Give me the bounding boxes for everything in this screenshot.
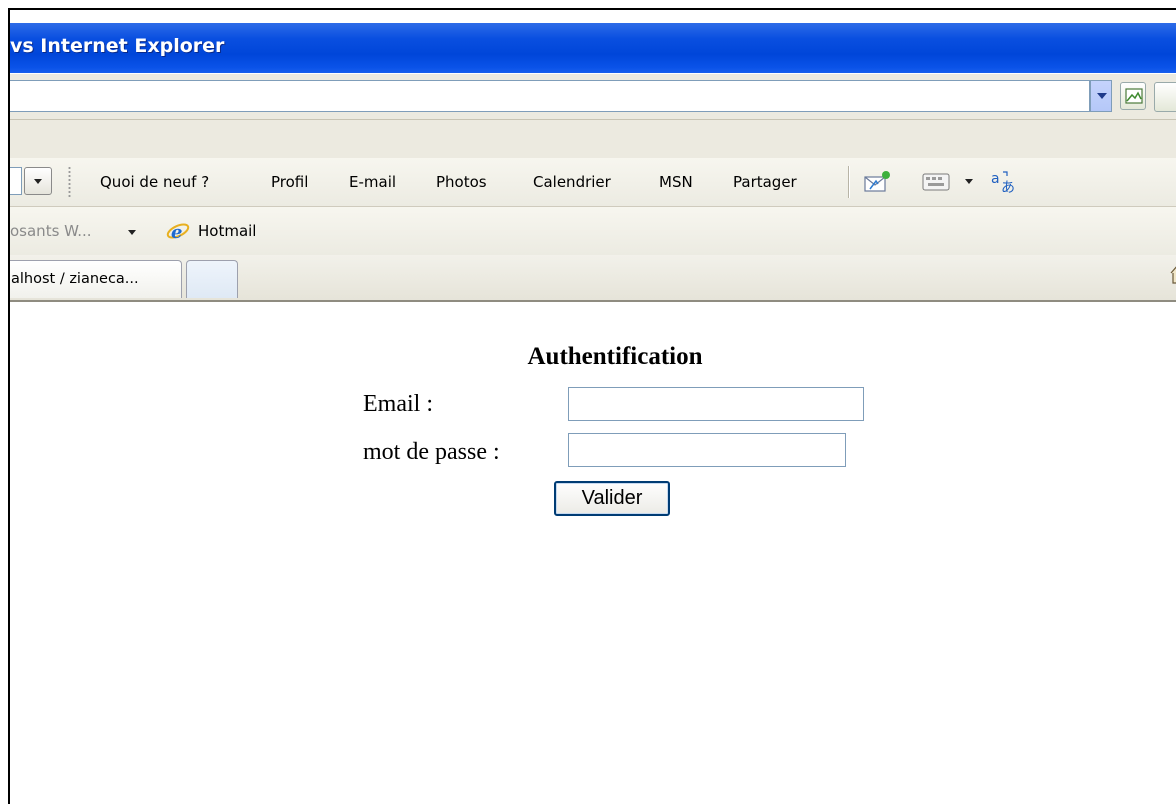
msn-toolbar: Quoi de neuf ? Profil E-mail Photos Cale… bbox=[10, 158, 1176, 207]
toolbar-grip[interactable] bbox=[68, 166, 71, 198]
page-content: Authentification Email : mot de passe : … bbox=[10, 302, 1176, 804]
chevron-down-icon[interactable] bbox=[128, 230, 136, 235]
msn-search-dropdown[interactable] bbox=[24, 167, 52, 195]
svg-text:e: e bbox=[171, 222, 182, 242]
tab-bar: alhost / zianeca... bbox=[10, 255, 1176, 302]
ie-logo-icon: e bbox=[166, 222, 190, 242]
go-icon bbox=[1125, 88, 1143, 104]
address-dropdown-button[interactable] bbox=[1090, 80, 1112, 112]
svg-text:あ: あ bbox=[1001, 180, 1015, 196]
password-field[interactable] bbox=[568, 433, 846, 467]
menu-bar bbox=[10, 119, 1176, 159]
send-mail-icon[interactable] bbox=[862, 169, 892, 195]
msn-item-msn[interactable]: MSN bbox=[659, 173, 693, 191]
toolbar-separator bbox=[848, 166, 850, 198]
keyboard-icon[interactable] bbox=[922, 172, 950, 192]
new-tab-button[interactable] bbox=[186, 260, 238, 298]
chevron-down-icon[interactable] bbox=[965, 179, 973, 184]
links-bar: osants W... e Hotmail bbox=[10, 207, 1176, 256]
address-bar bbox=[10, 73, 1176, 120]
msn-item-profil[interactable]: Profil bbox=[271, 173, 308, 191]
svg-text:a: a bbox=[991, 171, 1000, 187]
msn-item-e-mail[interactable]: E-mail bbox=[349, 173, 396, 191]
tab-active[interactable]: alhost / zianeca... bbox=[10, 260, 182, 298]
address-input[interactable] bbox=[10, 80, 1090, 112]
window-title: vs Internet Explorer bbox=[10, 35, 225, 57]
address-extra-button[interactable] bbox=[1154, 82, 1176, 112]
tab-label: alhost / zianeca... bbox=[11, 271, 139, 287]
msn-item-partager[interactable]: Partager bbox=[733, 173, 797, 191]
hotmail-link[interactable]: Hotmail bbox=[198, 222, 256, 240]
links-item-truncated[interactable]: osants W... bbox=[10, 222, 92, 240]
translate-icon[interactable]: a あ bbox=[990, 168, 1020, 196]
browser-window: vs Internet Explorer Quoi de neuf ? Prof… bbox=[8, 8, 1176, 804]
msn-item-photos[interactable]: Photos bbox=[436, 173, 487, 191]
email-field[interactable] bbox=[568, 387, 864, 421]
go-button[interactable] bbox=[1120, 82, 1146, 110]
home-icon[interactable] bbox=[1170, 261, 1176, 285]
title-bar: vs Internet Explorer bbox=[10, 23, 1176, 75]
msn-item-quoi-de-neuf[interactable]: Quoi de neuf ? bbox=[100, 173, 209, 191]
email-label: Email : bbox=[363, 391, 433, 417]
msn-search-input[interactable] bbox=[10, 167, 22, 195]
submit-button[interactable]: Valider bbox=[554, 481, 670, 516]
password-label: mot de passe : bbox=[363, 439, 500, 465]
page-title: Authentification bbox=[527, 343, 703, 370]
msn-item-calendrier[interactable]: Calendrier bbox=[533, 173, 611, 191]
